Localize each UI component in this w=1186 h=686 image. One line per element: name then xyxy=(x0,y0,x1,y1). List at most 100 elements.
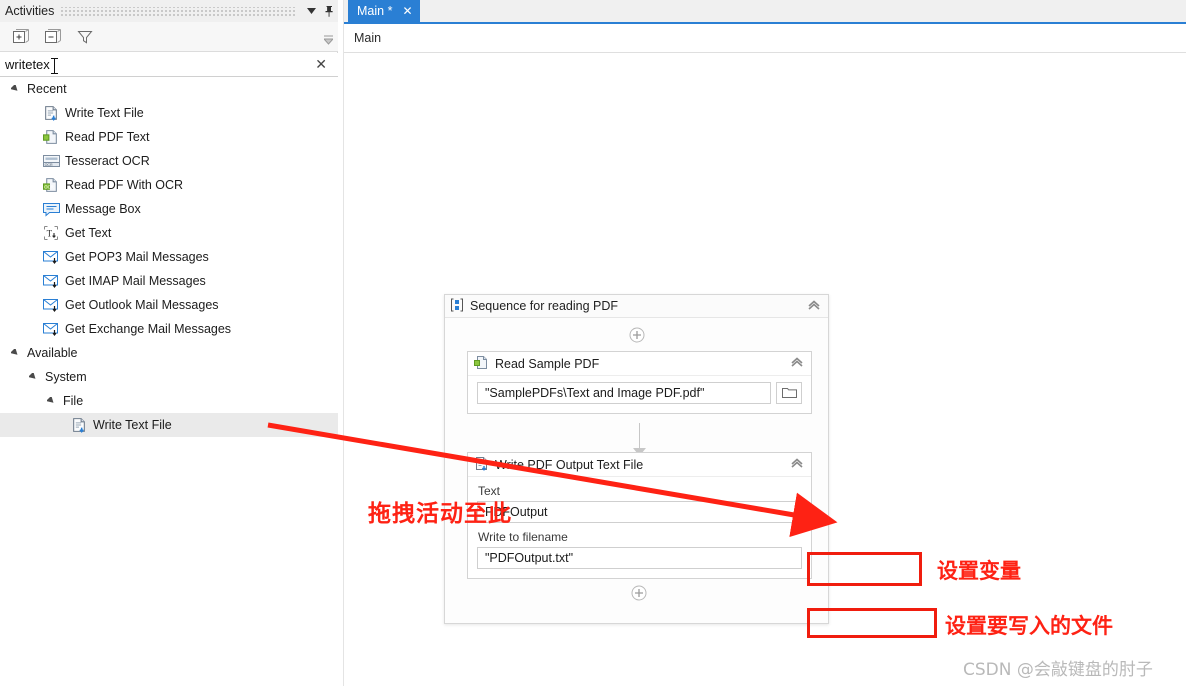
tree-item-label: Get IMAP Mail Messages xyxy=(65,273,206,288)
tab-main[interactable]: Main * ✕ xyxy=(348,0,420,22)
filename-field-label: Write to filename xyxy=(478,530,568,544)
filter-icon[interactable] xyxy=(74,26,96,48)
annotation-drag-here: 拖拽活动至此 xyxy=(368,501,512,527)
breadcrumb-item-main[interactable]: Main xyxy=(354,31,381,45)
activities-toolbar xyxy=(0,22,338,52)
tree-item-label: Write Text File xyxy=(93,417,172,432)
read-pdf-icon xyxy=(474,355,489,373)
tree-item-label: Recent xyxy=(27,81,67,96)
activities-tree: Recent Write Text File Read PDF Text OCR Tes… xyxy=(0,77,338,686)
collapse-icon[interactable] xyxy=(790,456,804,473)
activity-title: Write PDF Output Text File xyxy=(495,457,644,472)
chevron-down-icon[interactable] xyxy=(302,1,320,21)
toolbar-overflow-icon[interactable] xyxy=(322,34,335,48)
expander-icon[interactable] xyxy=(8,77,22,101)
breadcrumb: Main xyxy=(344,24,1186,53)
annotation-set-variable: 设置变量 xyxy=(937,559,1021,583)
activity-header: Write PDF Output Text File xyxy=(468,453,811,477)
activity-body: Text PDFOutput Write to filename "PDFOut… xyxy=(468,477,811,578)
tree-item-label: System xyxy=(45,369,87,384)
activities-panel: Activities writetex ✕ Recent Write Text … xyxy=(0,0,338,686)
expand-all-icon[interactable] xyxy=(10,26,32,48)
activity-write-pdf-output-text-file[interactable]: Write PDF Output Text File Text PDFOutpu… xyxy=(467,452,812,579)
collapse-icon[interactable] xyxy=(807,298,821,315)
tab-strip: Main * ✕ xyxy=(344,0,1186,24)
tree-item-label: Read PDF Text xyxy=(65,129,150,144)
tree-group-recent[interactable]: Recent xyxy=(0,77,338,101)
mail-icon xyxy=(42,320,60,338)
mail-icon xyxy=(42,272,60,290)
mail-icon xyxy=(42,248,60,266)
tree-item-label: Message Box xyxy=(65,201,141,216)
annotation-set-output-file: 设置要写入的文件 xyxy=(945,614,1113,638)
sequence-container[interactable]: Sequence for reading PDF Read Sample PDF xyxy=(444,294,829,624)
svg-text:T: T xyxy=(47,228,53,238)
tree-item-label: Get Exchange Mail Messages xyxy=(65,321,232,336)
collapse-icon[interactable] xyxy=(790,355,804,372)
tree-item-label: Available xyxy=(27,345,78,360)
close-icon[interactable]: ✕ xyxy=(402,5,412,17)
text-field-label: Text xyxy=(478,484,501,498)
tree-group-file[interactable]: File xyxy=(0,389,338,413)
write-text-file-icon xyxy=(70,416,88,434)
tree-item-write-text-file[interactable]: Write Text File xyxy=(0,413,338,437)
tree-item-get-outlook-mail-messages[interactable]: Get Outlook Mail Messages xyxy=(0,293,338,317)
mail-icon xyxy=(42,296,60,314)
watermark: CSDN @会敲键盘的肘子 xyxy=(963,660,1153,680)
browse-button[interactable] xyxy=(776,382,802,404)
activities-panel-title: Activities xyxy=(5,4,55,18)
tree-item-tesseract-ocr[interactable]: OCR Tesseract OCR xyxy=(0,149,338,173)
tab-main-label: Main * xyxy=(357,4,393,18)
svg-text:OCR: OCR xyxy=(44,163,52,167)
pin-icon[interactable] xyxy=(320,1,338,21)
tree-item-label: Get Outlook Mail Messages xyxy=(65,297,219,312)
write-text-file-icon xyxy=(474,456,489,474)
search-clear-button[interactable]: ✕ xyxy=(315,57,327,71)
folder-icon xyxy=(781,386,797,401)
file-path-row: "SamplePDFs\Text and Image PDF.pdf" xyxy=(477,382,802,404)
activities-panel-header: Activities xyxy=(0,0,338,22)
ocr-icon: OCR xyxy=(42,152,60,170)
tree-item-get-exchange-mail-messages[interactable]: Get Exchange Mail Messages xyxy=(0,317,338,341)
tree-item-get-text[interactable]: T Get Text xyxy=(0,221,338,245)
collapse-all-icon[interactable] xyxy=(42,26,64,48)
activity-title: Read Sample PDF xyxy=(495,356,600,371)
tree-item-label: File xyxy=(63,393,84,408)
text-value-input[interactable]: PDFOutput xyxy=(477,501,802,523)
tree-item-label: Get POP3 Mail Messages xyxy=(65,249,209,264)
add-activity-bottom-button[interactable] xyxy=(631,585,647,604)
tree-group-system[interactable]: System xyxy=(0,365,338,389)
tree-item-label: Tesseract OCR xyxy=(65,153,150,168)
tree-item-write-text-file[interactable]: Write Text File xyxy=(0,101,338,125)
tree-group-available[interactable]: Available xyxy=(0,341,338,365)
tree-item-read-pdf-with-ocr[interactable]: OCR Read PDF With OCR xyxy=(0,173,338,197)
sequence-header: Sequence for reading PDF xyxy=(445,295,828,318)
svg-text:OCR: OCR xyxy=(44,185,53,190)
activity-read-sample-pdf[interactable]: Read Sample PDF "SamplePDFs\Text and Ima… xyxy=(467,351,812,414)
tree-item-get-pop3-mail-messages[interactable]: Get POP3 Mail Messages xyxy=(0,245,338,269)
read-pdf-ocr-icon: OCR xyxy=(42,176,60,194)
sequence-icon xyxy=(450,298,464,315)
filename-value-input[interactable]: "PDFOutput.txt" xyxy=(477,547,802,569)
pdf-file-path-input[interactable]: "SamplePDFs\Text and Image PDF.pdf" xyxy=(477,382,771,404)
tree-item-get-imap-mail-messages[interactable]: Get IMAP Mail Messages xyxy=(0,269,338,293)
get-text-icon: T xyxy=(42,224,60,242)
tree-item-read-pdf-text[interactable]: Read PDF Text xyxy=(0,125,338,149)
message-box-icon xyxy=(42,200,60,218)
search-input[interactable] xyxy=(5,57,255,72)
activity-body: "SamplePDFs\Text and Image PDF.pdf" xyxy=(468,376,811,413)
read-pdf-icon xyxy=(42,128,60,146)
sequence-title: Sequence for reading PDF xyxy=(470,299,619,313)
add-activity-top-button[interactable] xyxy=(445,327,828,343)
text-cursor-icon xyxy=(50,58,59,74)
expander-icon[interactable] xyxy=(44,389,58,413)
write-text-file-icon xyxy=(42,104,60,122)
tree-item-message-box[interactable]: Message Box xyxy=(0,197,338,221)
expander-icon[interactable] xyxy=(26,365,40,389)
tree-item-label: Get Text xyxy=(65,225,112,240)
expander-icon[interactable] xyxy=(8,341,22,365)
tree-item-label: Read PDF With OCR xyxy=(65,177,184,192)
tree-item-label: Write Text File xyxy=(65,105,144,120)
activity-header: Read Sample PDF xyxy=(468,352,811,376)
panel-drag-grip xyxy=(60,6,296,16)
